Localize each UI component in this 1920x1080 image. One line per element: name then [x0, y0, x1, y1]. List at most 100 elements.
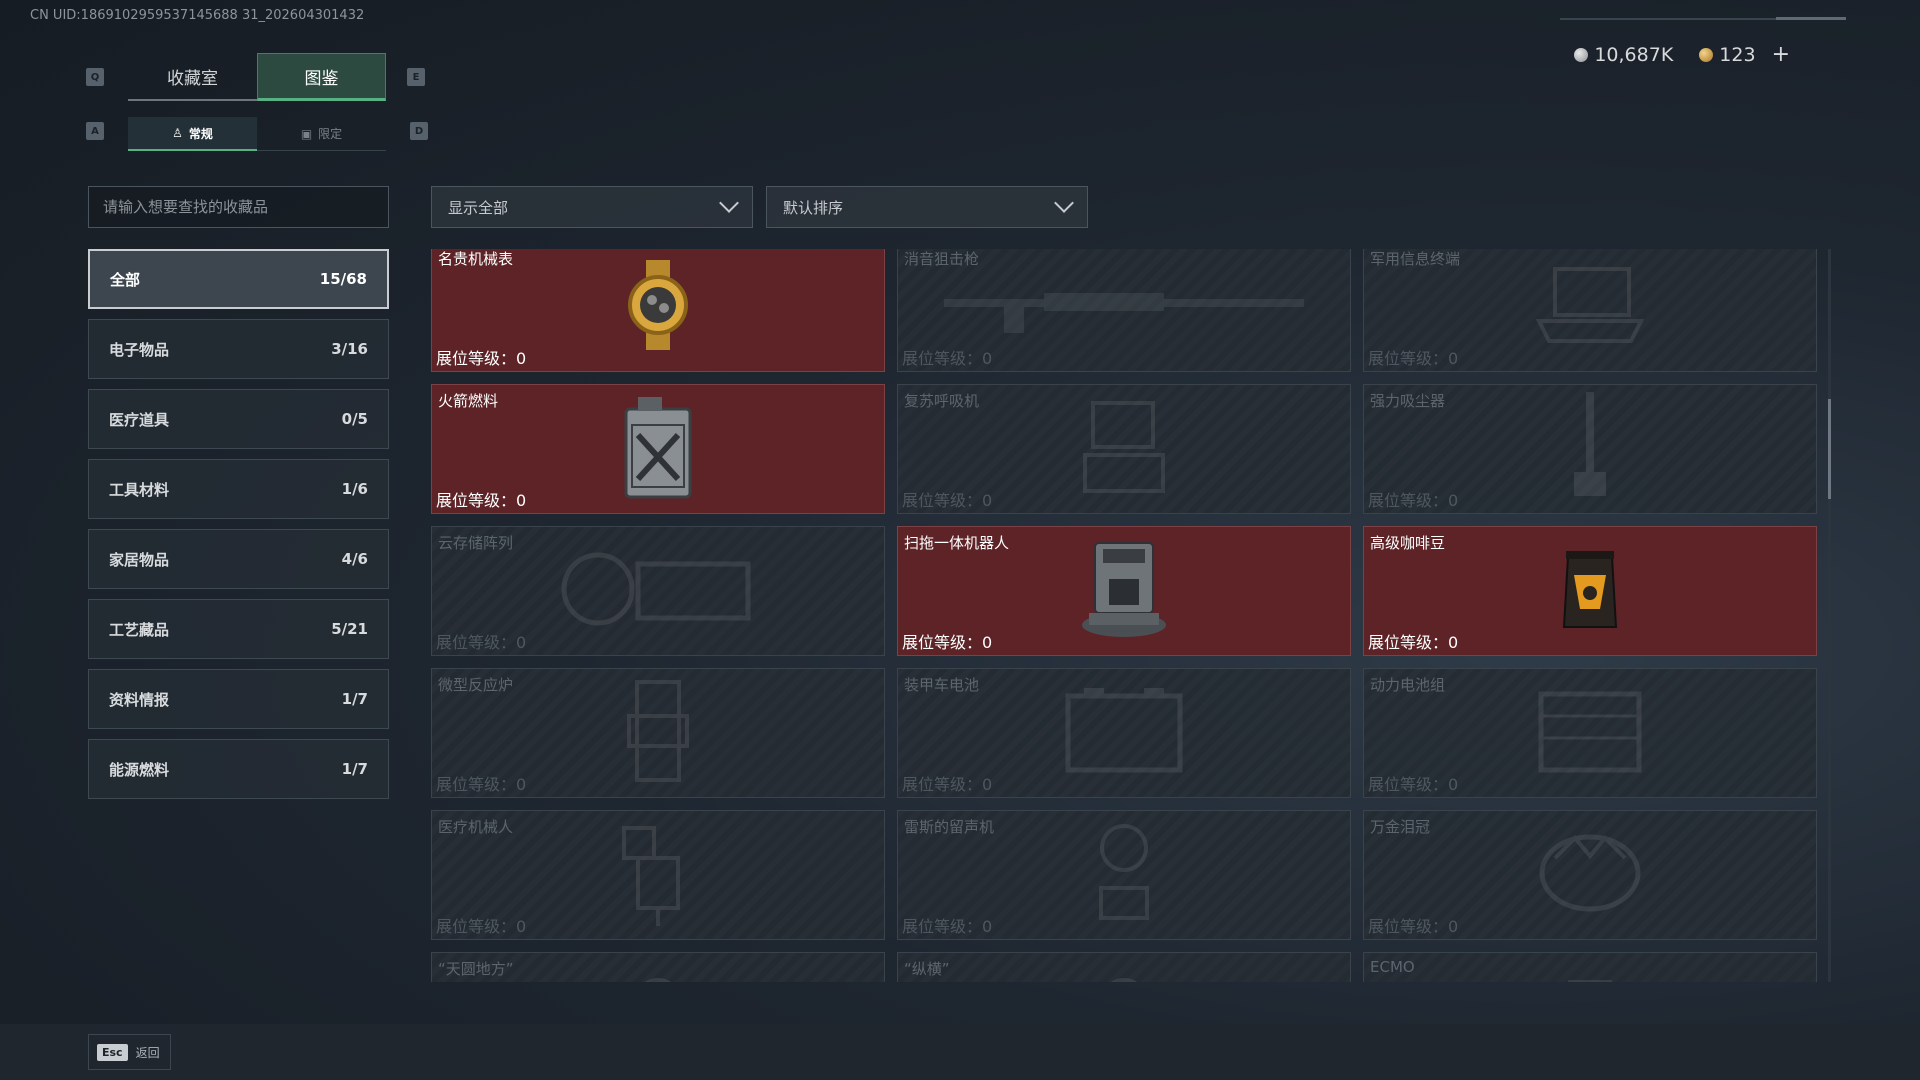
main-tabs: 收藏室 图鉴 [128, 53, 386, 101]
collection-item-card[interactable]: 消音狙击枪 展位等级：0 [897, 249, 1351, 372]
item-booth-level: 展位等级：0 [902, 345, 992, 369]
booth-level-label: 展位等级： [902, 917, 983, 936]
ventilator-icon [1079, 399, 1169, 499]
item-name: 装甲车电池 [904, 676, 980, 694]
back-button[interactable]: Esc 返回 [88, 1034, 171, 1070]
collection-item-card[interactable]: 强力吸尘器展位等级：0 [1363, 384, 1817, 514]
booth-level-value: 0 [516, 349, 527, 368]
booth-level-value: 0 [982, 633, 993, 652]
category-crafts[interactable]: 工艺藏品 5/21 [88, 599, 389, 659]
category-electronics[interactable]: 电子物品 3/16 [88, 319, 389, 379]
category-household[interactable]: 家居物品 4/6 [88, 529, 389, 589]
grid-scrollbar[interactable] [1828, 249, 1831, 982]
tab-collection-room[interactable]: 收藏室 [128, 53, 257, 101]
item-name: 复苏呼吸机 [904, 392, 980, 410]
category-label: 资料情报 [109, 690, 170, 709]
category-count: 0/5 [341, 410, 368, 428]
artifact-icon [1094, 972, 1154, 982]
category-intel[interactable]: 资料情报 1/7 [88, 669, 389, 729]
collection-item-card[interactable]: 动力电池组展位等级：0 [1363, 668, 1817, 798]
subtab-limited[interactable]: ▣ 限定 [257, 117, 386, 151]
medical-robot-icon [618, 818, 698, 932]
laptop-icon [1535, 265, 1645, 349]
add-currency-button[interactable]: + [1772, 42, 1790, 67]
battery-icon [1064, 686, 1184, 780]
subtab-regular[interactable]: ♙ 常规 [128, 117, 257, 151]
item-grid-viewport: 名贵机械表 展位等级：0 消音狙击枪 展位等级：0 军用信息终端 展位等级：0 火箭燃料 展位… [431, 249, 1818, 982]
item-booth-level: 展位等级：0 [436, 345, 526, 369]
item-booth-level: 展位等级：0 [902, 913, 992, 937]
item-booth-level: 展位等级：0 [902, 771, 992, 795]
chevron-down-icon [719, 193, 739, 213]
vacuum-icon [1570, 392, 1610, 506]
category-energy[interactable]: 能源燃料 1/7 [88, 739, 389, 799]
booth-level-label: 展位等级： [1368, 491, 1449, 510]
sort-dropdown-value: 默认排序 [783, 198, 844, 217]
scrollbar-thumb[interactable] [1828, 399, 1831, 499]
tab-codex[interactable]: 图鉴 [257, 53, 386, 101]
category-count: 3/16 [331, 340, 368, 358]
sort-dropdown[interactable]: 默认排序 [766, 186, 1088, 228]
search-input[interactable] [88, 186, 389, 228]
item-name: 万金泪冠 [1370, 818, 1431, 836]
key-hint-q: Q [86, 68, 104, 86]
booth-level-value: 0 [982, 349, 993, 368]
subtab-limited-label: 限定 [318, 127, 343, 141]
item-grid: 名贵机械表 展位等级：0 消音狙击枪 展位等级：0 军用信息终端 展位等级：0 火箭燃料 展位… [431, 249, 1817, 982]
subtab-regular-label: 常规 [188, 126, 213, 141]
collection-item-card[interactable]: 医疗机械人展位等级：0 [431, 810, 885, 940]
category-tools[interactable]: 工具材料 1/6 [88, 459, 389, 519]
collection-item-card[interactable]: 名贵机械表展位等级：0 [431, 249, 885, 372]
collection-item-card[interactable]: 军用信息终端 展位等级：0 [1363, 249, 1817, 372]
collection-item-card[interactable]: 复苏呼吸机 展位等级：0 [897, 384, 1351, 514]
item-booth-level: 展位等级：0 [1368, 487, 1458, 511]
item-name: 动力电池组 [1370, 676, 1446, 694]
category-label: 电子物品 [109, 340, 170, 359]
category-label: 全部 [110, 270, 141, 289]
chevron-down-icon [1054, 193, 1074, 213]
item-name: 强力吸尘器 [1370, 392, 1446, 410]
collection-item-card[interactable]: 云存储阵列 展位等级：0 [431, 526, 885, 656]
booth-level-label: 展位等级： [436, 917, 517, 936]
gold-coin-icon [1699, 47, 1714, 62]
collection-item-card[interactable]: 微型反应炉 展位等级：0 [431, 668, 885, 798]
item-name: 名贵机械表 [438, 250, 514, 268]
collection-item-card[interactable]: 火箭燃料 展位等级：0 [431, 384, 885, 514]
collection-item-card[interactable]: 万金泪冠展位等级：0 [1363, 810, 1817, 940]
category-all[interactable]: 全部 15/68 [88, 249, 389, 309]
collection-item-card[interactable]: 高级咖啡豆展位等级：0 [1363, 526, 1817, 656]
collection-item-card[interactable]: 扫拖一体机器人 展位等级：0 [897, 526, 1351, 656]
key-hint-d: D [410, 122, 428, 140]
category-count: 1/7 [341, 690, 368, 708]
back-label: 返回 [135, 1045, 160, 1060]
collection-item-card[interactable]: “纵横” [897, 952, 1351, 982]
coffee-bag-icon [1560, 547, 1620, 635]
booth-level-label: 展位等级： [1368, 775, 1449, 794]
top-decor-line [1560, 17, 1846, 20]
collection-item-card[interactable]: ECMO [1363, 952, 1817, 982]
gold-value: 123 [1719, 43, 1756, 66]
category-count: 4/6 [341, 550, 368, 568]
filter-dropdown-value: 显示全部 [448, 198, 509, 217]
key-hint-e: E [407, 68, 425, 86]
item-booth-level: 展位等级：0 [1368, 771, 1458, 795]
fuel-can-icon [618, 395, 698, 503]
key-hint-a: A [86, 122, 104, 140]
gold-currency[interactable]: 123 [1699, 43, 1756, 66]
collection-item-card[interactable]: “天圆地方” [431, 952, 885, 982]
item-name: 医疗机械人 [438, 818, 514, 836]
filter-dropdown[interactable]: 显示全部 [431, 186, 753, 228]
item-booth-level: 展位等级：0 [1368, 913, 1458, 937]
item-name: 高级咖啡豆 [1370, 534, 1446, 552]
uid-text: CN UID:1869102959537145688 31_2026043014… [30, 8, 365, 23]
booth-level-value: 0 [982, 917, 993, 936]
collection-item-card[interactable]: 装甲车电池展位等级：0 [897, 668, 1351, 798]
booth-level-value: 0 [516, 917, 527, 936]
item-booth-level: 展位等级：0 [1368, 629, 1458, 653]
collection-item-card[interactable]: 雷斯的留声机 展位等级：0 [897, 810, 1351, 940]
booth-level-value: 0 [1448, 633, 1459, 652]
item-name: 扫拖一体机器人 [904, 534, 1010, 552]
booth-level-label: 展位等级： [902, 633, 983, 652]
category-medical[interactable]: 医疗道具 0/5 [88, 389, 389, 449]
person-icon: ♙ [172, 126, 183, 140]
